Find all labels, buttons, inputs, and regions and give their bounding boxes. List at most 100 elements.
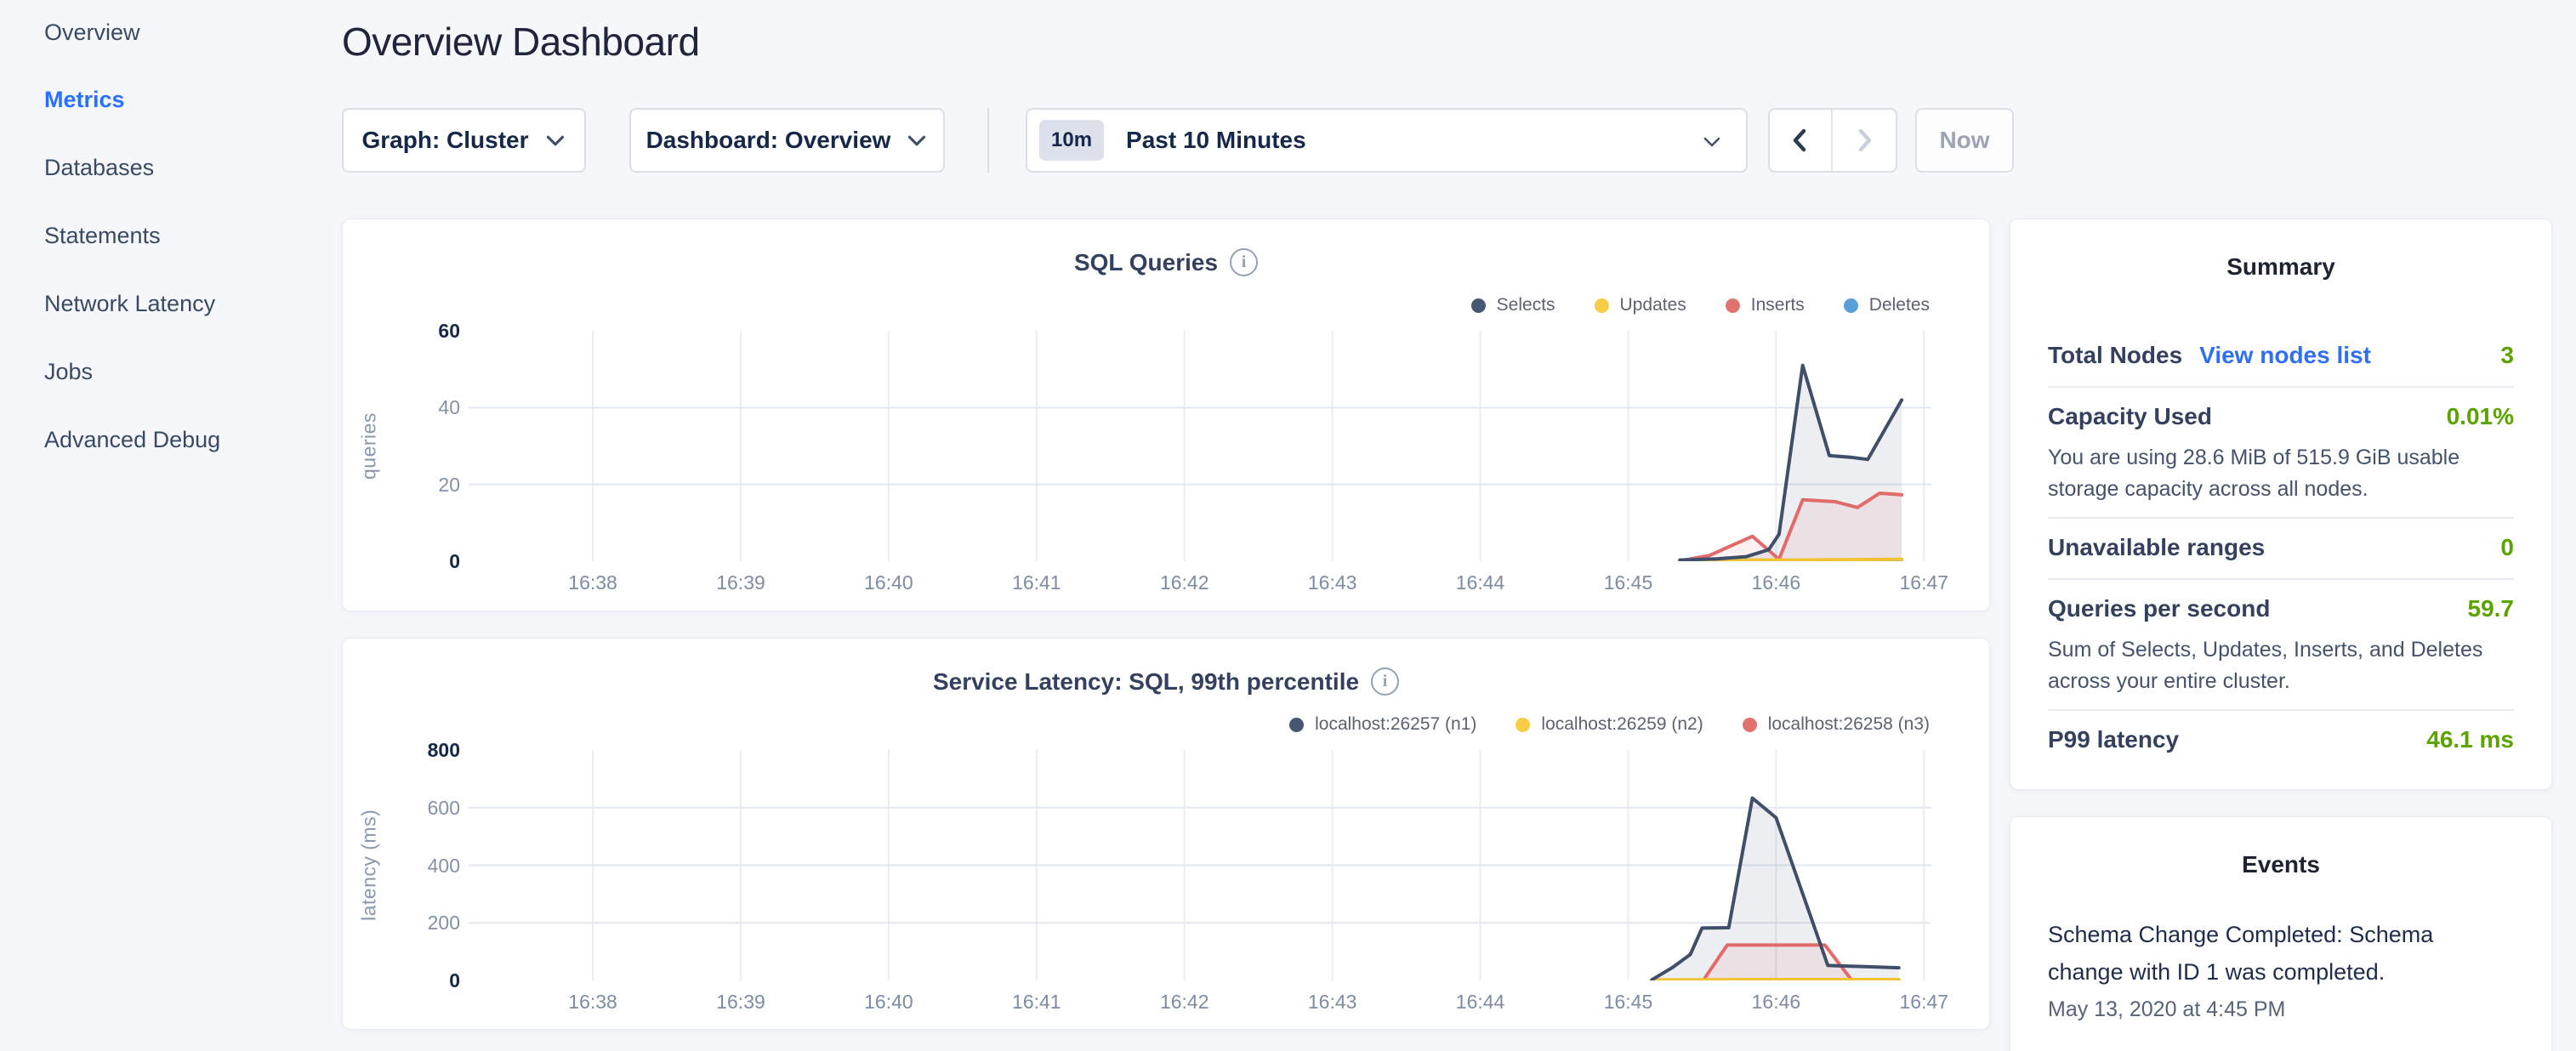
sidebar-item-jobs[interactable]: Jobs — [44, 357, 93, 386]
y-axis-tick: 0 — [343, 968, 460, 993]
chevron-right-icon — [1854, 126, 1874, 155]
event-message: Schema Change Completed: Schema change w… — [2048, 916, 2456, 991]
x-axis-tick: 16:41 — [986, 571, 1088, 594]
time-next-button[interactable] — [1833, 110, 1896, 171]
summary-label: Unavailable ranges — [2048, 534, 2265, 561]
page-title: Overview Dashboard — [342, 19, 700, 65]
right-column: Summary Total Nodes View nodes list 3 Ca… — [2010, 219, 2552, 1051]
summary-label: P99 latency — [2048, 726, 2179, 753]
summary-row-unavailable-ranges: Unavailable ranges 0 — [2048, 519, 2514, 578]
graph-dropdown[interactable]: Graph: Cluster — [342, 108, 586, 173]
legend-item: localhost:26258 (n3) — [1743, 714, 1930, 735]
dashboard-dropdown[interactable]: Dashboard: Overview — [629, 108, 945, 173]
chart-plot[interactable] — [469, 331, 1931, 561]
x-axis-labels: 16:3816:3916:4016:4116:4216:4316:4416:45… — [343, 991, 1989, 1018]
legend-label: localhost:26257 (n1) — [1315, 714, 1476, 735]
chart-legend: Selects Updates Inserts Deletes — [1471, 293, 1930, 318]
x-axis-tick: 16:38 — [542, 571, 644, 594]
summary-panel: Summary Total Nodes View nodes list 3 Ca… — [2010, 219, 2552, 790]
x-axis-tick: 16:43 — [1282, 991, 1384, 1014]
summary-label: Total Nodes — [2048, 342, 2182, 369]
legend-item: Deletes — [1844, 295, 1930, 315]
y-axis-labels: 0 20 40 60 — [343, 219, 460, 611]
service-latency-chart-card: Service Latency: SQL, 99th percentile i … — [342, 638, 1990, 1030]
x-axis-tick: 16:39 — [690, 571, 792, 594]
x-axis-tick: 16:47 — [1873, 571, 1975, 594]
x-axis-tick: 16:40 — [838, 991, 940, 1014]
time-range-picker[interactable]: 10m Past 10 Minutes — [1026, 108, 1748, 173]
legend-label: Inserts — [1751, 295, 1805, 315]
x-axis-tick: 16:45 — [1577, 571, 1679, 594]
y-axis-tick: 0 — [343, 548, 460, 574]
time-prev-button[interactable] — [1770, 110, 1833, 171]
x-axis-tick: 16:46 — [1725, 991, 1827, 1014]
events-title: Events — [2048, 851, 2514, 878]
x-axis-tick: 16:38 — [542, 991, 644, 1014]
legend-label: localhost:26259 (n2) — [1541, 714, 1703, 735]
event-item: Schema Change Completed: Schema change w… — [2048, 916, 2514, 1022]
chevron-down-icon — [544, 134, 566, 148]
time-range-badge: 10m — [1039, 120, 1104, 161]
sidebar-item-metrics[interactable]: Metrics — [44, 85, 125, 114]
x-axis-tick: 16:45 — [1577, 991, 1679, 1014]
summary-value: 0 — [2500, 534, 2514, 561]
info-icon[interactable]: i — [1371, 668, 1399, 696]
info-icon[interactable]: i — [1230, 248, 1258, 276]
x-axis-tick: 16:43 — [1282, 571, 1384, 594]
summary-description: Sum of Selects, Updates, Inserts, and De… — [2048, 634, 2514, 697]
legend-label: Updates — [1620, 295, 1686, 315]
chevron-left-icon — [1790, 126, 1811, 155]
summary-description: You are using 28.6 MiB of 515.9 GiB usab… — [2048, 442, 2514, 505]
time-range-value: Past 10 Minutes — [1126, 127, 1306, 154]
dashboard-dropdown-label: Dashboard: Overview — [646, 127, 891, 154]
legend-dot-icon — [1471, 298, 1486, 313]
now-button[interactable]: Now — [1915, 108, 2014, 173]
x-axis-tick: 16:39 — [690, 991, 792, 1014]
sidebar-item-advanced-debug[interactable]: Advanced Debug — [44, 425, 220, 454]
legend-item: localhost:26259 (n2) — [1515, 714, 1703, 735]
chevron-down-icon — [1702, 135, 1722, 149]
y-axis-tick: 400 — [343, 853, 460, 878]
toolbar-divider — [987, 108, 989, 173]
x-axis-tick: 16:42 — [1134, 571, 1236, 594]
legend-label: Selects — [1497, 295, 1555, 315]
legend-item: Inserts — [1726, 295, 1805, 315]
chevron-down-icon — [906, 134, 928, 148]
sidebar-item-overview[interactable]: Overview — [44, 18, 140, 47]
chart-plot[interactable] — [469, 750, 1931, 980]
sidebar-item-databases[interactable]: Databases — [44, 153, 154, 182]
summary-title: Summary — [2048, 253, 2514, 281]
y-axis-tick: 60 — [343, 318, 460, 344]
sql-queries-chart-card: SQL Queries i Selects Updates Inserts Delet… — [342, 219, 1990, 611]
x-axis-tick: 16:46 — [1725, 571, 1827, 594]
summary-value: 3 — [2500, 342, 2514, 369]
x-axis-tick: 16:47 — [1873, 991, 1975, 1014]
y-axis-tick: 40 — [343, 395, 460, 420]
sidebar-item-network-latency[interactable]: Network Latency — [44, 289, 215, 318]
summary-row-p99-latency: P99 latency 46.1 ms — [2048, 711, 2514, 770]
legend-dot-icon — [1743, 718, 1757, 732]
x-axis-tick: 16:42 — [1134, 991, 1236, 1014]
y-axis-labels: 0200400600800 — [343, 639, 460, 1029]
view-nodes-list-link[interactable]: View nodes list — [2199, 342, 2371, 369]
x-axis-tick: 16:41 — [986, 991, 1088, 1014]
chart-title: Service Latency: SQL, 99th percentile — [933, 668, 1359, 696]
legend-dot-icon — [1515, 718, 1530, 732]
summary-value: 46.1 ms — [2426, 726, 2514, 753]
y-axis-tick: 600 — [343, 795, 460, 821]
legend-dot-icon — [1289, 718, 1304, 732]
summary-row-total-nodes: Total Nodes View nodes list 3 — [2048, 327, 2514, 386]
legend-dot-icon — [1595, 298, 1609, 313]
chart-title: SQL Queries — [1074, 249, 1218, 276]
main-content: Overview Dashboard Graph: Cluster Dashbo… — [342, 0, 2022, 1051]
sidebar-item-statements[interactable]: Statements — [44, 221, 161, 250]
y-axis-tick: 800 — [343, 737, 460, 763]
x-axis-tick: 16:44 — [1430, 571, 1532, 594]
summary-row-queries-per-second: Queries per second 59.7 — [2048, 580, 2514, 639]
legend-label: Deletes — [1869, 295, 1930, 315]
x-axis-labels: 16:3816:3916:4016:4116:4216:4316:4416:45… — [343, 571, 1989, 599]
legend-dot-icon — [1844, 298, 1858, 313]
y-axis-tick: 20 — [343, 472, 460, 497]
summary-row-capacity-used: Capacity Used 0.01% — [2048, 388, 2514, 447]
summary-value: 0.01% — [2447, 403, 2514, 430]
